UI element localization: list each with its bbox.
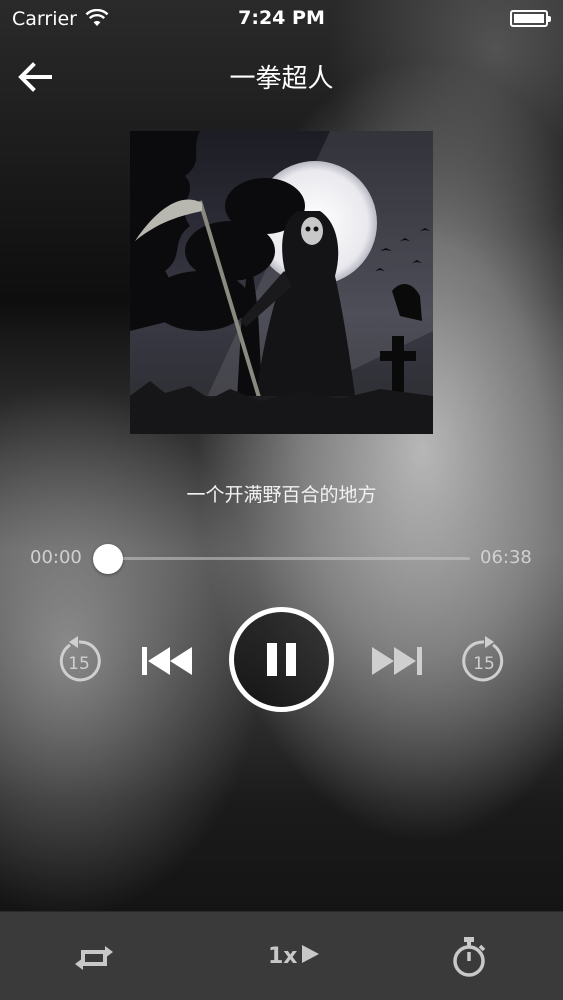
rewind-seconds-label: 15 bbox=[68, 654, 90, 674]
forward-seconds-label: 15 bbox=[473, 654, 495, 674]
play-triangle-icon bbox=[301, 945, 319, 963]
progress-track[interactable] bbox=[97, 557, 470, 560]
speed-label: 1x bbox=[268, 944, 320, 969]
fast-forward-15-button[interactable]: 15 bbox=[459, 636, 509, 686]
battery-icon bbox=[510, 10, 551, 27]
progress-thumb[interactable] bbox=[93, 544, 123, 574]
elapsed-time: 00:00 bbox=[30, 547, 82, 568]
repeat-button[interactable] bbox=[73, 940, 115, 976]
status-bar: Carrier 7:24 PM bbox=[0, 0, 563, 40]
timer-button[interactable] bbox=[450, 936, 488, 978]
repeat-icon bbox=[75, 946, 113, 970]
rewind-15-icon: 15 bbox=[59, 636, 101, 682]
album-art bbox=[130, 131, 433, 434]
forward-15-icon: 15 bbox=[462, 636, 504, 682]
stopwatch-icon bbox=[453, 937, 486, 977]
next-button[interactable] bbox=[368, 645, 424, 677]
song-subtitle: 一个开满野百合的地方 bbox=[186, 484, 377, 506]
status-time: 7:24 PM bbox=[238, 7, 325, 29]
skip-previous-icon bbox=[142, 647, 192, 675]
pause-icon bbox=[229, 607, 334, 712]
skip-next-icon bbox=[372, 647, 422, 675]
previous-button[interactable] bbox=[140, 645, 196, 677]
rewind-15-button[interactable]: 15 bbox=[54, 636, 104, 686]
total-time: 06:38 bbox=[480, 547, 532, 568]
page-title: 一拳超人 bbox=[229, 64, 334, 94]
speed-value: 1x bbox=[268, 944, 298, 969]
play-pause-button[interactable] bbox=[229, 607, 334, 712]
